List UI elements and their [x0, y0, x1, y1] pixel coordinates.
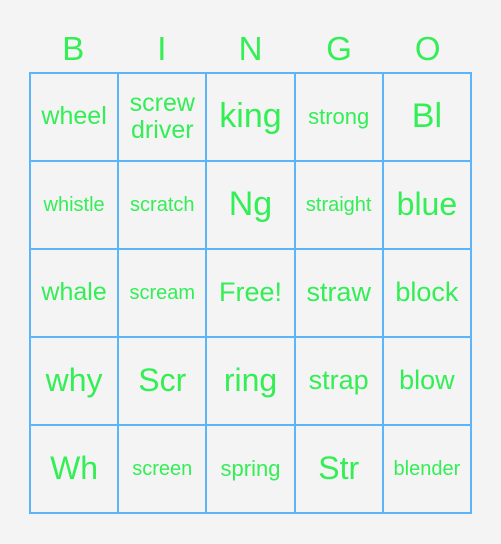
bingo-cell[interactable]: scratch [118, 161, 207, 249]
header-letter-b: B [62, 30, 85, 67]
header-letter-g: G [326, 30, 352, 67]
bingo-cell[interactable]: straw [294, 249, 383, 337]
bingo-header: B I N G O [29, 28, 472, 70]
header-letter-o: O [414, 30, 441, 67]
bingo-cell[interactable]: block [382, 249, 471, 337]
bingo-cell[interactable]: scream [118, 249, 207, 337]
bingo-cell[interactable]: ring [206, 337, 295, 425]
bingo-cell[interactable]: Scr [118, 337, 207, 425]
bingo-cell[interactable]: Bl [382, 73, 471, 161]
bingo-cell[interactable]: king [206, 73, 295, 161]
bingo-cell[interactable]: blender [382, 425, 471, 513]
bingo-cell[interactable]: Ng [206, 161, 295, 249]
bingo-cell[interactable]: Wh [30, 425, 119, 513]
bingo-cell[interactable]: blue [382, 161, 471, 249]
bingo-cell[interactable]: why [30, 337, 119, 425]
bingo-cell[interactable]: screw driver [118, 73, 207, 161]
bingo-cell[interactable]: strong [294, 73, 383, 161]
bingo-cell[interactable]: wheel [30, 73, 119, 161]
header-letter-i: I [157, 30, 167, 67]
bingo-cell[interactable]: strap [294, 337, 383, 425]
bingo-cell[interactable]: straight [294, 161, 383, 249]
bingo-cell[interactable]: blow [382, 337, 471, 425]
bingo-grid: wheel screw driver king strong Bl whistl… [29, 72, 472, 514]
bingo-cell[interactable]: whistle [30, 161, 119, 249]
bingo-cell[interactable]: screen [118, 425, 207, 513]
bingo-cell[interactable]: whale [30, 249, 119, 337]
header-letter-n: N [238, 30, 263, 67]
bingo-cell[interactable]: Str [294, 425, 383, 513]
bingo-cell free-space[interactable]: Free! [206, 249, 295, 337]
bingo-cell[interactable]: spring [206, 425, 295, 513]
